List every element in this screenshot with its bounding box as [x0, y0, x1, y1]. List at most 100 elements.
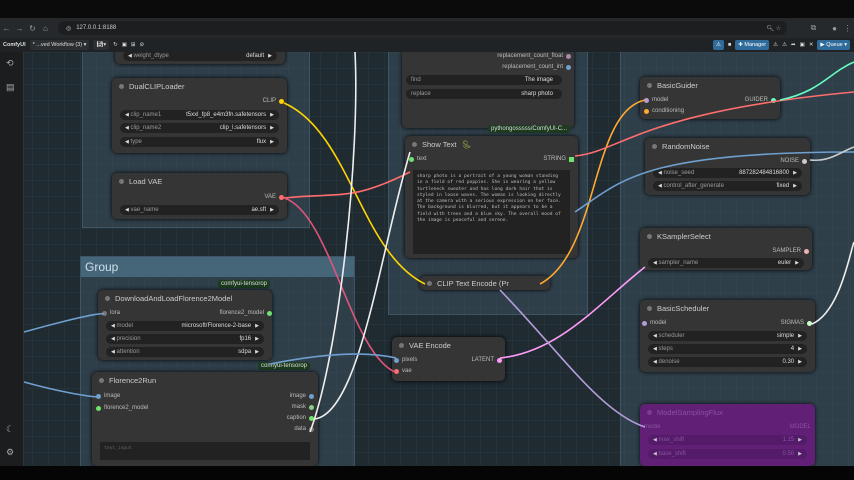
refresh-icon[interactable]: ↻	[113, 42, 118, 48]
output-vae[interactable]: VAE	[264, 194, 284, 200]
attention-widget[interactable]: ◀ attention sdpa ▶	[106, 347, 264, 357]
more-icon[interactable]: ⋮	[841, 24, 854, 33]
node-random-noise[interactable]: RandomNoise NOISE ◀ noise_seed 8872824848…	[645, 138, 810, 195]
input-pixels[interactable]: pixels	[394, 357, 417, 363]
clip-name2-widget[interactable]: ◀ clip_name2 clip_l.safetensors ▶	[120, 123, 279, 133]
node-florence2-loader[interactable]: DownloadAndLoadFlorence2Model lora flore…	[98, 290, 272, 360]
control-after-generate-widget[interactable]: ◀ control_after_generate fixed ▶	[653, 181, 802, 191]
app-logo[interactable]: ComfyUI	[3, 42, 26, 48]
home-icon[interactable]: ⌂	[39, 24, 52, 33]
steps-widget[interactable]: ◀ steps 4 ▶	[648, 344, 807, 354]
grid-icon[interactable]: ⊞	[131, 42, 136, 48]
output-florence2-model[interactable]: florence2_model	[220, 310, 272, 316]
output-mask[interactable]: mask	[292, 404, 314, 410]
share-icon[interactable]: ➦	[791, 42, 796, 48]
input-conditioning[interactable]: conditioning	[644, 108, 684, 114]
node-model-sampling-flux[interactable]: ModelSamplingFlux model MODEL ◀ max_shif…	[640, 404, 815, 466]
reload-icon[interactable]: ↻	[26, 24, 39, 33]
node-dualcliploader[interactable]: DualCLIPLoader CLIP ◀ clip_name1 t5xxl_fp…	[112, 78, 287, 153]
output-clip[interactable]: CLIP	[263, 98, 284, 104]
vae-name-widget[interactable]: ◀ vae_name ae.sft ▶	[120, 205, 279, 215]
queue-list-icon[interactable]: ▤	[6, 82, 15, 93]
close-icon[interactable]: ✕	[809, 42, 814, 48]
output-sigmas[interactable]: SIGMAS	[781, 320, 812, 326]
output-replacement-count-int[interactable]: replacement_count_int	[502, 64, 571, 70]
manager-button[interactable]: ✚ Manager	[735, 40, 770, 50]
output-data[interactable]: data	[294, 426, 314, 432]
output-noise[interactable]: NOISE	[780, 158, 807, 164]
max-shift-widget[interactable]: ◀ max_shift 1.15 ▶	[648, 435, 807, 445]
input-lora[interactable]: lora	[102, 310, 120, 316]
widget-value: 0.50	[782, 451, 795, 457]
widget-value: fp16	[239, 336, 252, 342]
slot-label: model	[644, 424, 661, 430]
theme-moon-icon[interactable]: ☾	[6, 424, 14, 435]
base-shift-widget[interactable]: ◀ base_shift 0.50 ▶	[648, 449, 807, 459]
extensions-icon[interactable]: ⧉	[807, 23, 820, 33]
widget-value: flux	[256, 139, 267, 145]
replace-field[interactable]: replace sharp photo	[406, 89, 562, 99]
slot-label: SAMPLER	[772, 248, 801, 254]
text-input-field[interactable]: text_input	[100, 442, 310, 460]
type-widget[interactable]: ◀ type flux ▶	[120, 137, 279, 147]
zoom-star-icons[interactable]: 🔍︎ ☆	[766, 25, 781, 32]
noise-seed-widget[interactable]: ◀ noise_seed 887282484816800 ▶	[653, 168, 802, 178]
node-ksampler-select[interactable]: KSamplerSelect SAMPLER ◀ sampler_name eul…	[640, 228, 812, 270]
canvas-toggle-button[interactable]: ⚠	[713, 40, 724, 50]
node-partial[interactable]: ◀ weight_dtype default ▶	[115, 52, 285, 64]
group-title[interactable]: Group	[81, 257, 354, 277]
node-string-replace[interactable]: replacement_count_float replacement_coun…	[402, 52, 574, 128]
clip-name1-widget[interactable]: ◀ clip_name1 t5xxl_fp8_e4m3fn.safetensors…	[120, 110, 279, 120]
show-text-output[interactable]: sharp photo is a portrait of a young wom…	[413, 170, 570, 254]
output-caption[interactable]: caption	[287, 415, 314, 421]
denoise-widget[interactable]: ◀ denoise 0.30 ▶	[648, 357, 807, 367]
sampler-name-widget[interactable]: ◀ sampler_name euler ▶	[648, 258, 804, 268]
node-load-vae[interactable]: Load VAE VAE ◀ vae_name ae.sft ▶	[112, 173, 287, 219]
input-model[interactable]: model	[644, 97, 668, 103]
save-button[interactable]: 💾︎▾	[93, 40, 110, 50]
widget-value: t5xxl_fp8_e4m3fn.safetensors	[186, 112, 267, 118]
input-florence2-model[interactable]: florence2_model	[96, 405, 148, 411]
profile-icon[interactable]: ●	[828, 24, 841, 33]
node-florence2-run[interactable]: Florence2Run image florence2_model image…	[92, 372, 318, 466]
python-icon: 🐍︎	[461, 139, 471, 149]
forward-icon[interactable]: →	[13, 24, 26, 33]
reset-view-icon[interactable]: ⊘	[140, 42, 145, 48]
output-latent[interactable]: LATENT	[471, 357, 502, 363]
queue-button[interactable]: ▶ Queue ▾	[817, 40, 850, 50]
output-sampler[interactable]: SAMPLER	[772, 248, 809, 254]
address-bar[interactable]: ◎ 127.0.0.1:8188 🔍︎ ☆	[57, 21, 788, 35]
model2-icon[interactable]: ⚠	[782, 42, 787, 48]
weight-dtype-widget[interactable]: ◀ weight_dtype default ▶	[123, 52, 277, 61]
node-basic-scheduler[interactable]: BasicScheduler model SIGMAS ◀ scheduler s…	[640, 300, 815, 372]
find-field[interactable]: find The image	[406, 75, 562, 85]
node-clip-text-encode[interactable]: CLIP Text Encode (Pr	[420, 276, 550, 290]
node-vae-encode[interactable]: VAE Encode pixels vae LATENT	[392, 337, 505, 381]
output-replacement-count-float[interactable]: replacement_count_float	[497, 53, 571, 59]
slot-label: model	[650, 320, 667, 326]
input-image[interactable]: image	[96, 393, 120, 399]
scheduler-widget[interactable]: ◀ scheduler simple ▶	[648, 331, 807, 341]
bookmark-icon[interactable]: ■	[728, 42, 731, 48]
clipspace-icon[interactable]: ▣	[122, 42, 127, 48]
output-image[interactable]: image	[290, 393, 314, 399]
settings-gear-icon[interactable]: ⚙	[6, 447, 14, 458]
history-icon[interactable]: ⟲	[6, 58, 14, 69]
input-model[interactable]: model	[642, 320, 666, 326]
site-info-icon[interactable]: ◎	[66, 25, 71, 32]
precision-widget[interactable]: ◀ precision fp16 ▶	[106, 334, 264, 344]
back-icon[interactable]: ←	[0, 24, 13, 33]
input-text[interactable]: text	[409, 156, 427, 162]
gallery-icon[interactable]: ▣	[800, 42, 805, 48]
graph-canvas[interactable]: Group ◀ weight_dtype default ▶ DualCLIPLoa…	[0, 52, 854, 466]
model-icon[interactable]: ⚠	[773, 42, 778, 48]
model-widget[interactable]: ◀ model microsoft/Florence-2-base ▶	[106, 321, 264, 331]
node-basic-guider[interactable]: BasicGuider model conditioning GUIDER	[640, 77, 780, 119]
input-vae[interactable]: vae	[394, 368, 412, 374]
workflow-tab[interactable]: * ...ved Workflow (3) ▾	[29, 40, 90, 50]
input-model[interactable]: model	[644, 424, 660, 430]
output-guider[interactable]: GUIDER	[745, 97, 776, 103]
output-model[interactable]: MODEL	[790, 424, 811, 430]
output-string[interactable]: STRING	[543, 156, 574, 162]
node-show-text[interactable]: Show Text 🐍︎ text STRING sharp photo is a…	[405, 136, 578, 258]
